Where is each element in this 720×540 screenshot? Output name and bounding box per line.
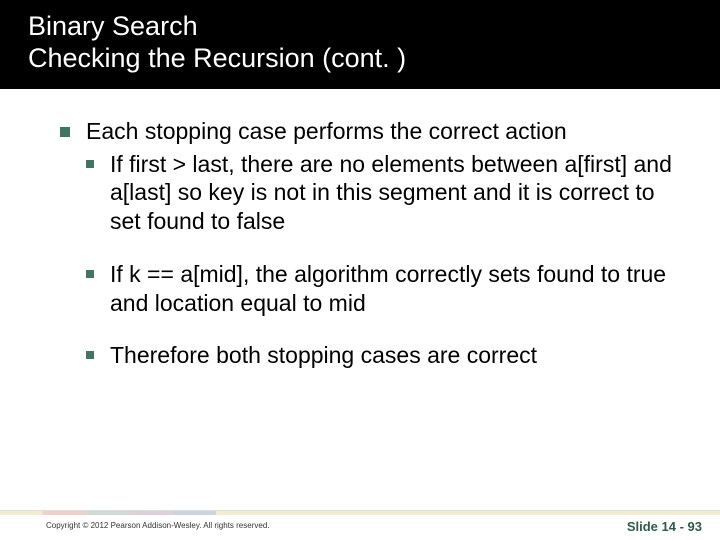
footer: Copyright © 2012 Pearson Addison-Wesley.…: [0, 510, 720, 540]
slide: Binary Search Checking the Recursion (co…: [0, 0, 720, 540]
bullet-main: Each stopping case performs the correct …: [86, 118, 567, 144]
slide-body: Each stopping case performs the correct …: [0, 89, 720, 540]
title-line-1: Binary Search: [28, 10, 692, 42]
sub-bullet-3: Therefore both stopping cases are correc…: [86, 341, 680, 370]
sub-bullet-2: If k == a[mid], the algorithm correctly …: [86, 260, 680, 318]
slide-number: Slide 14 - 93: [627, 519, 702, 534]
title-bar: Binary Search Checking the Recursion (co…: [0, 0, 720, 89]
list-item: Each stopping case performs the correct …: [60, 117, 680, 370]
footer-accent-bar: [0, 511, 720, 515]
bullet-list: Each stopping case performs the correct …: [60, 117, 680, 370]
sub-bullet-list: If first > last, there are no elements b…: [86, 150, 680, 371]
copyright-text: Copyright © 2012 Pearson Addison-Wesley.…: [0, 521, 270, 530]
sub-bullet-1: If first > last, there are no elements b…: [86, 150, 680, 236]
title-line-2: Checking the Recursion (cont. ): [28, 42, 692, 74]
